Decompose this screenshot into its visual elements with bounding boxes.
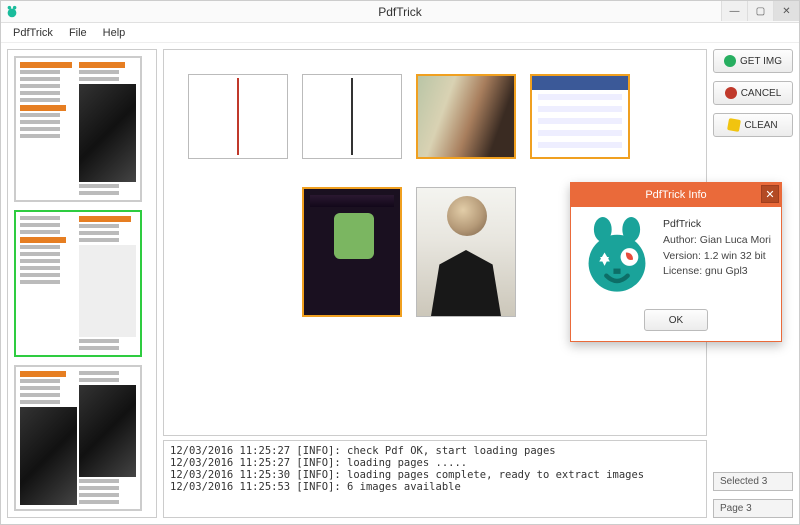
button-label: CANCEL	[741, 88, 782, 99]
extracted-image[interactable]	[302, 74, 402, 159]
cancel-button[interactable]: CANCEL	[713, 81, 793, 105]
cancel-icon	[725, 87, 737, 99]
dialog-body: PdfTrick Author: Gian Luca Mori Version:…	[571, 207, 781, 303]
dialog-app-name: PdfTrick	[663, 217, 771, 233]
page-thumbnail[interactable]	[14, 210, 142, 356]
dialog-license: License: gnu Gpl3	[663, 264, 771, 280]
dialog-titlebar[interactable]: PdfTrick Info ✕	[571, 183, 781, 207]
dialog-title-text: PdfTrick Info	[645, 189, 706, 201]
button-label: GET IMG	[740, 56, 782, 67]
dialog-ok-button[interactable]: OK	[644, 309, 708, 331]
log-line: 12/03/2016 11:25:30 [INFO]: loading page…	[170, 469, 644, 481]
maximize-button[interactable]: ▢	[747, 1, 773, 21]
titlebar: PdfTrick — ▢ ✕	[1, 1, 799, 23]
menu-help[interactable]: Help	[95, 25, 134, 41]
log-line: 12/03/2016 11:25:53 [INFO]: 6 images ava…	[170, 481, 461, 493]
dialog-button-row: OK	[571, 303, 781, 341]
page-thumbnail[interactable]	[14, 365, 142, 511]
dialog-author: Author: Gian Luca Mori	[663, 233, 771, 249]
menu-file[interactable]: File	[61, 25, 95, 41]
selected-count: Selected 3	[713, 472, 793, 491]
extracted-image[interactable]	[416, 187, 516, 317]
close-button[interactable]: ✕	[773, 1, 799, 21]
dialog-close-button[interactable]: ✕	[761, 185, 779, 203]
page-indicator: Page 3	[713, 499, 793, 518]
page-thumbnail[interactable]	[14, 56, 142, 202]
extracted-image[interactable]	[416, 74, 516, 159]
page-thumbnail-sidebar[interactable]	[7, 49, 157, 518]
bunny-logo-icon	[581, 217, 653, 297]
dialog-version: Version: 1.2 win 32 bit	[663, 249, 771, 265]
info-dialog: PdfTrick Info ✕ PdfTrick Author: Gian Lu…	[570, 182, 782, 342]
log-line: 12/03/2016 11:25:27 [INFO]: check Pdf OK…	[170, 445, 556, 457]
log-output[interactable]: 12/03/2016 11:25:27 [INFO]: check Pdf OK…	[163, 440, 707, 518]
download-icon	[724, 55, 736, 67]
extracted-image[interactable]	[530, 74, 630, 159]
app-icon	[5, 5, 19, 19]
extracted-image[interactable]	[188, 74, 288, 159]
get-img-button[interactable]: GET IMG	[713, 49, 793, 73]
button-label: OK	[669, 315, 683, 326]
dialog-info: PdfTrick Author: Gian Luca Mori Version:…	[663, 217, 771, 297]
window-title: PdfTrick	[378, 5, 422, 19]
menubar: PdfTrick File Help	[1, 23, 799, 43]
button-label: CLEAN	[744, 120, 777, 131]
minimize-button[interactable]: —	[721, 1, 747, 21]
broom-icon	[727, 118, 741, 132]
menu-pdftrick[interactable]: PdfTrick	[5, 25, 61, 41]
window-controls: — ▢ ✕	[721, 1, 799, 21]
log-line: 12/03/2016 11:25:27 [INFO]: loading page…	[170, 457, 467, 469]
extracted-image[interactable]	[302, 187, 402, 317]
clean-button[interactable]: CLEAN	[713, 113, 793, 137]
